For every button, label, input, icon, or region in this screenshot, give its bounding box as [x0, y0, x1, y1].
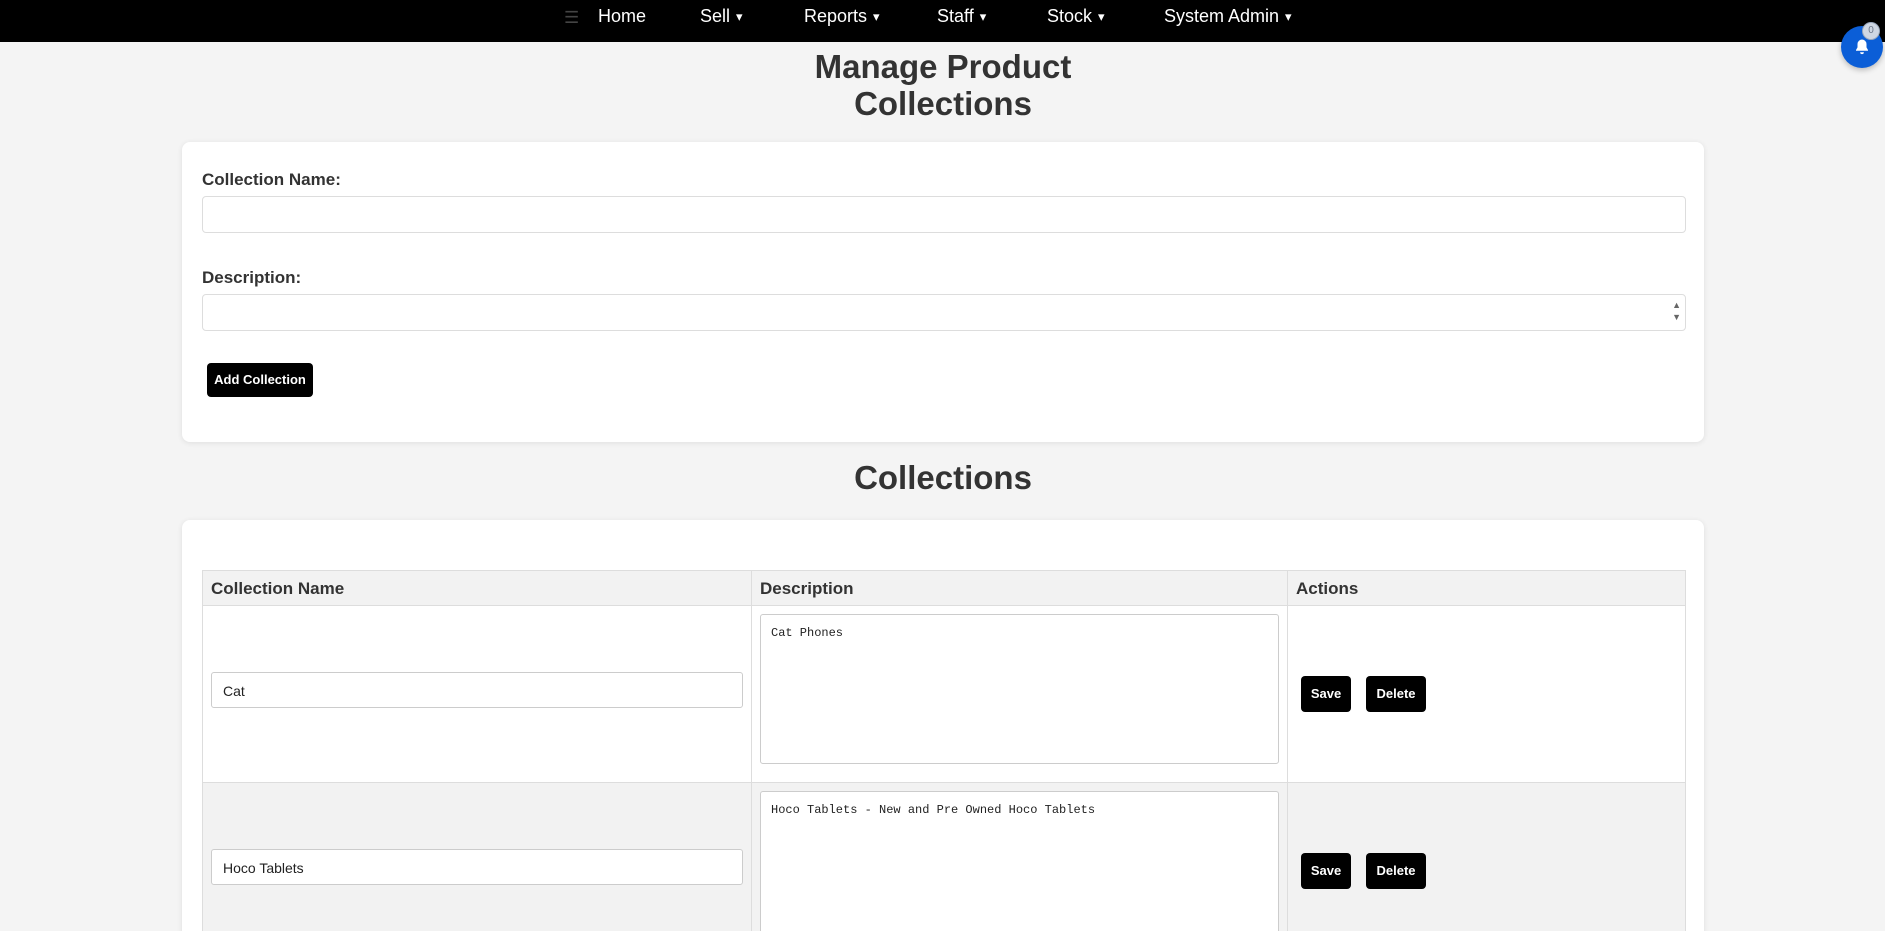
collection-name-field[interactable]: Hoco Tablets [211, 849, 743, 885]
table-cell-description: Cat Phones [751, 605, 1288, 783]
nav-item-sell[interactable]: Sell ▾ [700, 6, 743, 28]
collection-name-input[interactable] [202, 196, 1686, 233]
nav-item-label: Stock [1047, 6, 1093, 26]
column-header-description: Description [751, 570, 1288, 606]
collections-heading: Collections [854, 459, 1032, 496]
save-button[interactable]: Save [1301, 853, 1351, 889]
add-collection-button[interactable]: Add Collection [207, 363, 313, 397]
collection-name-label: Collection Name: [202, 170, 341, 189]
hamburger-icon[interactable]: ☰ [564, 9, 579, 27]
table-cell-name: Cat [202, 605, 752, 783]
description-input[interactable]: ▲ ▼ [202, 294, 1686, 331]
table-cell-actions: Save Delete [1287, 605, 1686, 783]
page-title-line1: Manage Product [814, 48, 1072, 85]
delete-button[interactable]: Delete [1366, 676, 1426, 712]
notification-count-badge: 0 [1862, 22, 1880, 40]
nav-item-home[interactable]: Home [598, 6, 646, 26]
table-cell-name: Hoco Tablets [202, 782, 752, 931]
collection-description-field[interactable]: Hoco Tablets - New and Pre Owned Hoco Ta… [760, 791, 1279, 931]
collection-description-field[interactable]: Cat Phones [760, 614, 1279, 764]
nav-item-label: Home [598, 6, 647, 26]
nav-item-label: Staff [937, 6, 974, 26]
page-title: Manage Product Collections [743, 48, 1143, 122]
add-collection-card: Collection Name: Description: ▲ ▼ Add Co… [182, 142, 1704, 442]
collection-name-field[interactable]: Cat [211, 672, 743, 708]
delete-button[interactable]: Delete [1366, 853, 1426, 889]
nav-item-label: System Admin [1164, 6, 1280, 26]
top-navigation-bar: ☰ Home Sell ▾ Reports ▾ Staff ▾ Stock ▾ Syst… [0, 0, 1885, 42]
page-title-line2: Collections [854, 85, 1032, 122]
nav-item-staff[interactable]: Staff ▾ [937, 6, 986, 28]
chevron-down-icon: ▾ [736, 9, 743, 24]
nav-item-label: Sell [700, 6, 731, 26]
chevron-down-icon: ▾ [1285, 9, 1292, 24]
chevron-down-icon: ▾ [1098, 9, 1105, 24]
chevron-down-icon: ▾ [979, 9, 987, 24]
column-header-actions: Actions [1287, 570, 1686, 606]
description-label: Description: [202, 268, 302, 287]
table-cell-actions: Save Delete [1287, 782, 1686, 931]
chevron-down-icon: ▾ [873, 9, 880, 24]
nav-item-reports[interactable]: Reports ▾ [804, 6, 880, 28]
spinner-down-icon[interactable]: ▼ [1672, 311, 1681, 323]
nav-item-label: Reports [804, 6, 868, 26]
nav-item-system-admin[interactable]: System Admin ▾ [1164, 6, 1292, 28]
table-cell-description: Hoco Tablets - New and Pre Owned Hoco Ta… [751, 782, 1288, 931]
nav-item-stock[interactable]: Stock ▾ [1047, 6, 1105, 28]
column-header-name: Collection Name [202, 570, 752, 606]
save-button[interactable]: Save [1301, 676, 1351, 712]
bell-icon [1856, 39, 1868, 55]
spinner-up-icon[interactable]: ▲ [1672, 299, 1681, 311]
number-spinner[interactable]: ▲ ▼ [1672, 299, 1681, 323]
